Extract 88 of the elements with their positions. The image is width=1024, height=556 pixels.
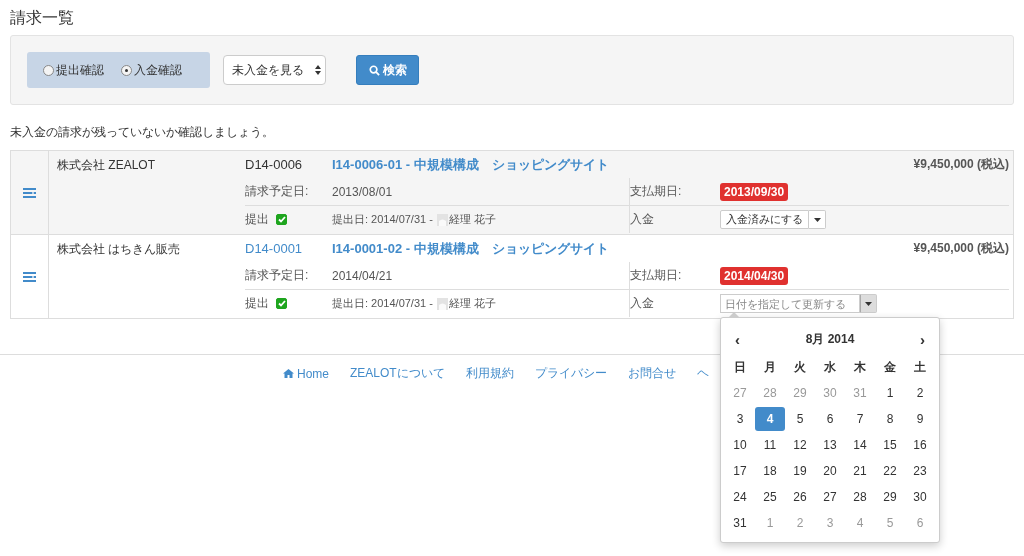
calendar-day[interactable]: 30 [905, 484, 935, 510]
calendar-day[interactable]: 17 [725, 458, 755, 484]
calendar-day[interactable]: 19 [785, 458, 815, 484]
calendar-day[interactable]: 7 [845, 406, 875, 432]
payment-label: 入金 [630, 295, 655, 312]
calendar-day[interactable]: 10 [725, 432, 755, 458]
footer-link[interactable]: ZEALOTについて [350, 365, 445, 382]
invoice-amount: ¥9,450,000 (税込) [913, 156, 1009, 173]
avatar-icon [436, 297, 448, 310]
weekday-label: 日 [733, 358, 747, 376]
due-date-label: 支払期日: [630, 267, 683, 284]
dropdown-button[interactable] [860, 294, 877, 313]
weekday-label: 木 [853, 358, 867, 376]
caret-icon [813, 217, 821, 222]
planned-date-label: 請求予定日: [245, 183, 310, 200]
date-input-field[interactable]: 日付を指定して更新する [720, 294, 860, 313]
planned-date-label: 請求予定日: [245, 267, 310, 284]
calendar-day[interactable]: 14 [845, 432, 875, 458]
calendar-day[interactable]: 2 [905, 380, 935, 406]
mode-radio[interactable]: 入金確認 [121, 61, 182, 79]
footer-link[interactable]: お問合せ [627, 365, 676, 382]
mark-paid-button[interactable]: 入金済みにする [720, 210, 809, 229]
calendar-day[interactable]: 8 [875, 406, 905, 432]
dropdown-button[interactable] [809, 210, 826, 229]
calendar-day[interactable]: 5 [785, 406, 815, 432]
invoice-title-link[interactable]: I14-0001-02 - 中規模構成 ショッピングサイト [332, 239, 914, 258]
calendar-day[interactable]: 20 [815, 458, 845, 484]
previous-month-button[interactable]: ‹ [735, 330, 740, 348]
month-title[interactable]: 8月 2014 [805, 330, 855, 348]
calendar-day[interactable]: 27 [815, 484, 845, 510]
submitted-date: 提出日: 2014/07/31 - [332, 212, 433, 227]
list-icon[interactable] [23, 187, 36, 198]
user-name: 経理 花子 [448, 212, 496, 227]
calendar-day[interactable]: 6 [815, 406, 845, 432]
weekday-label: 水 [823, 358, 837, 376]
caret-icon [865, 301, 872, 306]
calendar-day[interactable]: 24 [725, 484, 755, 510]
list-icon[interactable] [23, 271, 36, 282]
next-month-button[interactable]: › [920, 330, 925, 348]
weekday-label: 金 [883, 358, 897, 376]
calendar-day[interactable]: 23 [905, 458, 935, 484]
due-date-badge: 2013/09/30 [720, 182, 789, 201]
calendar-day[interactable]: 15 [875, 432, 905, 458]
status-select[interactable]: 未入金を見る [223, 55, 326, 85]
page-title: 請求一覧 [9, 8, 75, 28]
mode-radio[interactable]: 提出確認 [43, 61, 104, 79]
calendar-day[interactable]: 21 [845, 458, 875, 484]
calendar-day[interactable]: 11 [755, 432, 785, 458]
invoice-code-link[interactable]: D14-0001 [245, 241, 332, 256]
company-name: 株式会社 はちきん販売 [57, 242, 181, 256]
calendar-day[interactable]: 4 [755, 407, 785, 431]
invoice-amount: ¥9,450,000 (税込) [913, 240, 1009, 257]
footer-link[interactable]: 利用規約 [465, 365, 514, 382]
footer-link[interactable]: Home [283, 365, 329, 382]
planned-date: 2014/04/21 [332, 268, 393, 283]
payment-label: 入金 [630, 211, 655, 228]
calendar-day[interactable]: 18 [755, 458, 785, 484]
calendar-day[interactable]: 1 [875, 380, 905, 406]
calendar-day[interactable]: 22 [875, 458, 905, 484]
calendar-day[interactable]: 16 [905, 432, 935, 458]
search-icon [368, 64, 380, 76]
weekday-label: 月 [763, 358, 777, 376]
home-icon [283, 369, 294, 378]
search-button[interactable]: 検索 [356, 55, 419, 85]
calendar-day[interactable]: 28 [845, 484, 875, 510]
weekday-label: 火 [793, 358, 807, 376]
footer-link[interactable]: プライバシー [534, 365, 607, 382]
calendar-day[interactable]: 31 [725, 510, 755, 536]
calendar-day[interactable]: 29 [875, 484, 905, 510]
updown-icon [315, 65, 321, 75]
submit-label: 提出 [245, 211, 269, 228]
calendar-day[interactable]: 26 [785, 484, 815, 510]
calendar-day[interactable]: 13 [815, 432, 845, 458]
calendar-day[interactable]: 12 [785, 432, 815, 458]
calendar-day[interactable]: 25 [755, 484, 785, 510]
company-name: 株式会社 ZEALOT [57, 158, 155, 172]
planned-date: 2013/08/01 [332, 184, 393, 199]
user-name: 経理 花子 [448, 296, 496, 311]
submitted-date: 提出日: 2014/07/31 - [332, 296, 433, 311]
calendar-day[interactable]: 9 [905, 406, 935, 432]
calendar-day[interactable]: 3 [725, 406, 755, 432]
submit-label: 提出 [245, 295, 269, 312]
invoice-code: D14-0006 [245, 157, 304, 172]
weekday-label: 土 [913, 358, 927, 376]
hint-text: 未入金の請求が残っていないか確認しましょう。 [9, 124, 275, 141]
footer-link[interactable]: ヘ [696, 365, 709, 382]
due-date-badge: 2014/04/30 [720, 266, 789, 285]
due-date-label: 支払期日: [630, 183, 683, 200]
